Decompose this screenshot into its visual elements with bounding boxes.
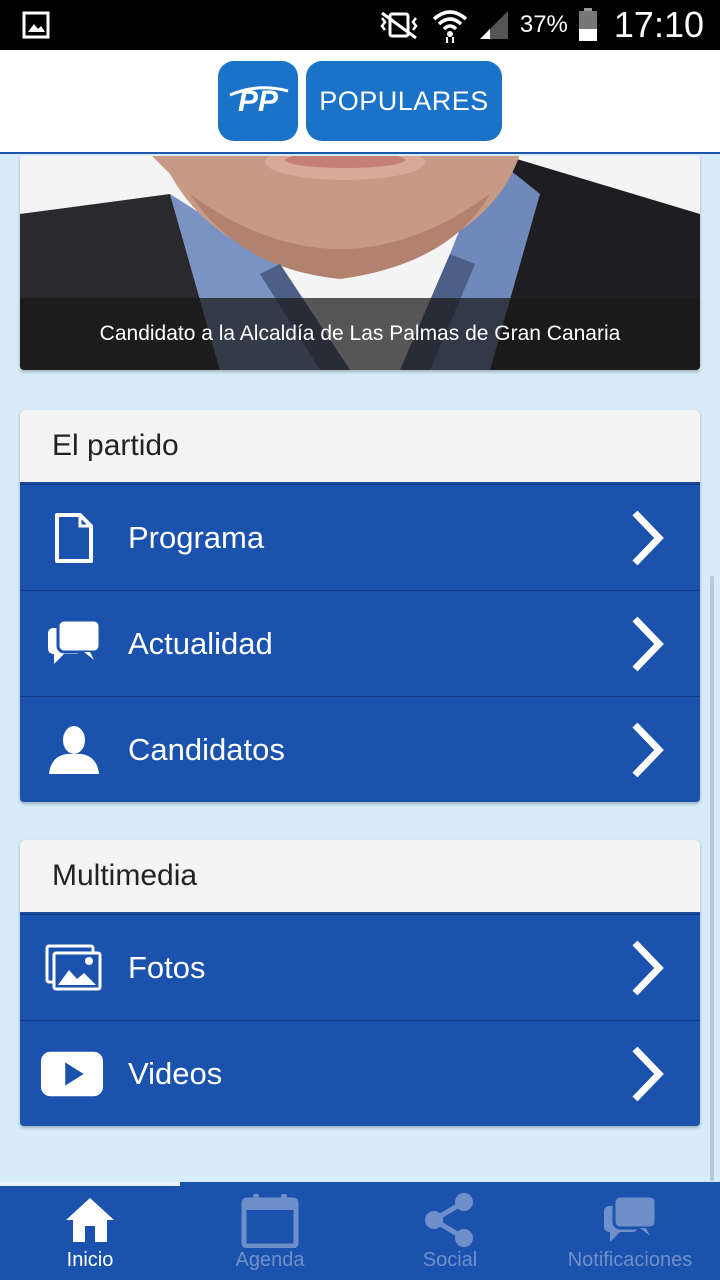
candidate-photo[interactable]: Candidato a la Alcaldía de Las Palmas de…: [20, 156, 700, 370]
tab-agenda[interactable]: Agenda: [180, 1182, 360, 1280]
tab-inicio[interactable]: Inicio: [0, 1182, 180, 1280]
chat-bubbles-icon: [42, 614, 106, 674]
tab-label: Notificaciones: [567, 1249, 693, 1271]
vibrate-mute-icon: [380, 11, 418, 40]
calendar-icon: [241, 1194, 299, 1248]
clock: 17:10: [613, 4, 704, 45]
tab-social[interactable]: Social: [360, 1182, 540, 1280]
app-header: PP POPULARES: [0, 50, 720, 154]
tab-label: Inicio: [66, 1249, 114, 1271]
video-play-icon: [40, 1044, 104, 1104]
chevron-right-icon: [632, 940, 664, 995]
tab-notificaciones[interactable]: Notificaciones: [540, 1182, 720, 1280]
chevron-right-icon: [632, 510, 664, 565]
pp-logo-mark: PP: [229, 85, 289, 118]
pp-logo: PP: [218, 61, 298, 141]
menu-item-label: Videos: [128, 1055, 223, 1091]
chevron-right-icon: [632, 722, 664, 777]
menu-item-candidatos[interactable]: Candidatos: [20, 696, 700, 802]
chevron-right-icon: [632, 1046, 664, 1101]
tab-label: Social: [422, 1249, 478, 1271]
section-multimedia: Multimedia Fotos Videos: [20, 840, 700, 1126]
section-el-partido: El partido Programa Actualidad Candidato…: [20, 410, 700, 802]
menu-item-label: Candidatos: [128, 731, 285, 767]
main-content[interactable]: Candidato a la Alcaldía de Las Palmas de…: [0, 156, 720, 1182]
tab-label: Agenda: [235, 1249, 305, 1271]
svg-text:PP: PP: [238, 85, 279, 118]
document-icon: [42, 508, 106, 568]
notifications-chat-icon: [604, 1194, 658, 1242]
section-title: Multimedia: [20, 840, 700, 914]
wifi-icon: [432, 10, 468, 43]
menu-item-label: Actualidad: [128, 625, 273, 661]
menu-item-videos[interactable]: Videos: [20, 1020, 700, 1126]
bottom-tab-bar: Inicio Agenda Social Notificaciones: [0, 1182, 720, 1280]
person-icon: [42, 720, 106, 780]
home-icon: [66, 1198, 114, 1242]
scrollbar[interactable]: [710, 576, 714, 1181]
battery-icon: [578, 8, 597, 41]
brand-wordmark: POPULARES: [306, 61, 502, 141]
share-icon: [425, 1193, 473, 1247]
gallery-icon: [22, 11, 50, 39]
menu-item-fotos[interactable]: Fotos: [20, 914, 700, 1020]
battery-percentage: 37%: [519, 11, 568, 38]
chevron-right-icon: [632, 616, 664, 671]
hero-caption: Candidato a la Alcaldía de Las Palmas de…: [20, 298, 700, 370]
menu-item-label: Programa: [128, 519, 265, 555]
menu-item-programa[interactable]: Programa: [20, 484, 700, 590]
signal-icon: [479, 11, 508, 39]
section-title: El partido: [20, 410, 700, 484]
photos-icon: [42, 938, 106, 998]
status-bar: 37% 17:10: [0, 0, 720, 50]
menu-item-label: Fotos: [128, 949, 206, 985]
menu-item-actualidad[interactable]: Actualidad: [20, 590, 700, 696]
